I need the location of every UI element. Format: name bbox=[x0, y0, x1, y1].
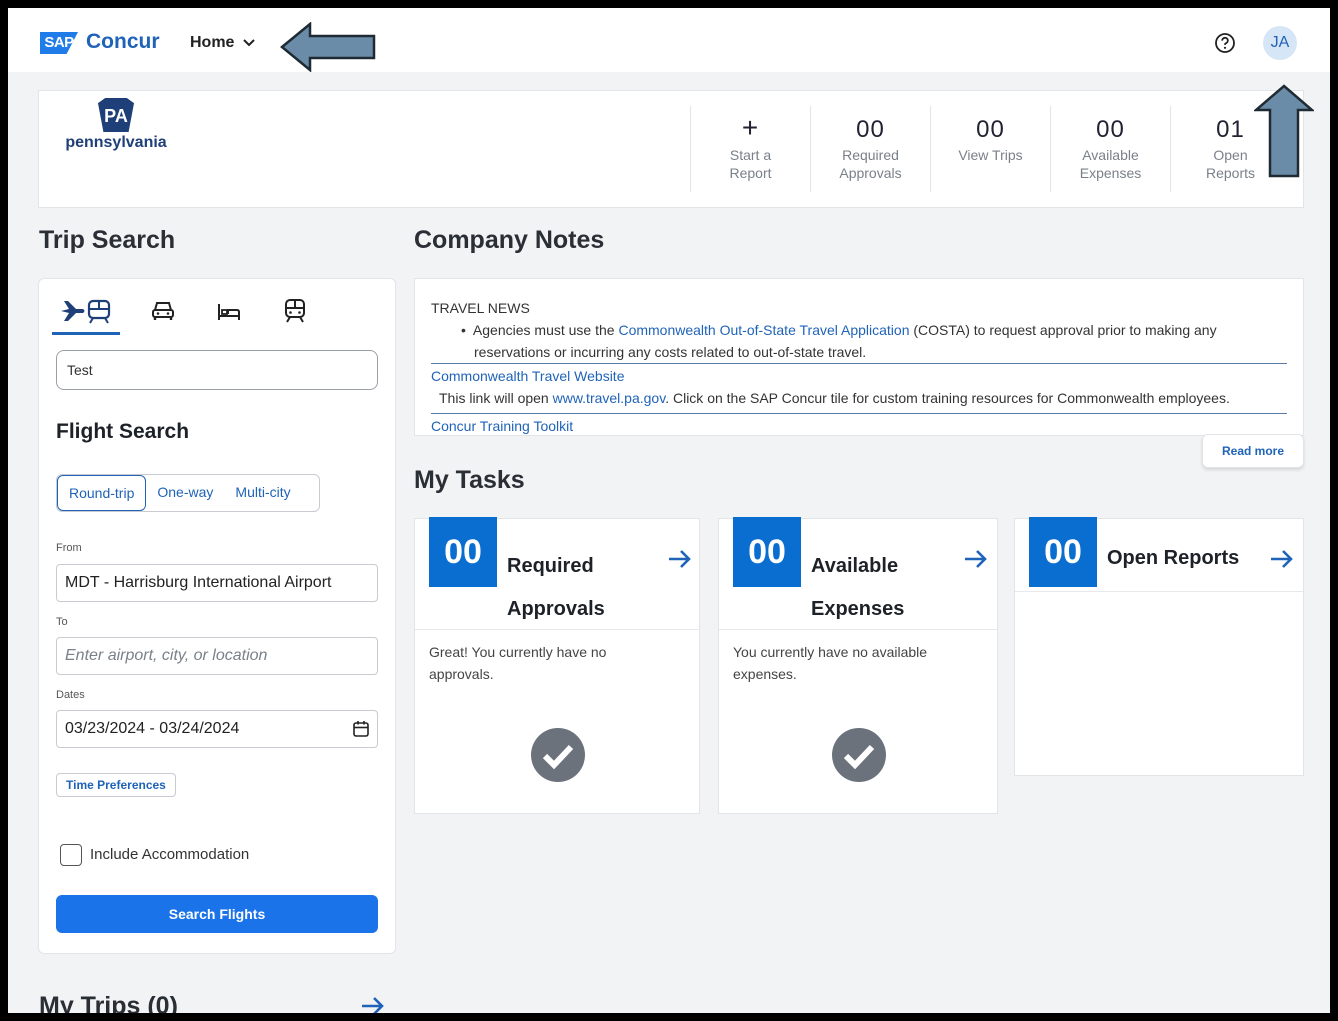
travel-url-link[interactable]: www.travel.pa.gov bbox=[553, 390, 666, 406]
my-tasks-title: My Tasks bbox=[414, 466, 525, 494]
tile-label: Available Expenses bbox=[1079, 147, 1142, 181]
tile-label: Start a Report bbox=[729, 147, 772, 181]
search-flights-button[interactable]: Search Flights bbox=[56, 895, 378, 933]
include-accommodation-checkbox[interactable] bbox=[60, 844, 82, 866]
notes-divider bbox=[431, 363, 1287, 364]
task-card-available-expenses[interactable]: 00 Available Expenses You currently have … bbox=[718, 517, 998, 814]
flight-search-title: Flight Search bbox=[56, 420, 190, 443]
pennsylvania-logo: PA pennsylvania bbox=[56, 98, 176, 152]
include-accommodation-label: Include Accommodation bbox=[90, 846, 250, 863]
tile-value: + bbox=[741, 112, 760, 143]
org-name: pennsylvania bbox=[65, 134, 167, 151]
concur-logo[interactable]: Concur bbox=[86, 30, 160, 54]
task-divider bbox=[1015, 591, 1303, 592]
website-description: This link will open www.travel.pa.gov. C… bbox=[439, 390, 1230, 406]
user-avatar[interactable]: JA bbox=[1263, 26, 1297, 60]
tile-required-approvals[interactable]: 00 Required Approvals bbox=[810, 106, 930, 192]
from-field[interactable]: MDT - Harrisburg International Airport bbox=[56, 564, 378, 602]
my-trips-arrow-right-icon[interactable] bbox=[360, 996, 386, 1016]
sap-logo[interactable]: SAP bbox=[40, 32, 78, 54]
company-notes-panel: TRAVEL NEWS • Agencies must use the Comm… bbox=[414, 278, 1304, 436]
app-frame: SAP Concur Home JA PA pennsylvania + Sta… bbox=[0, 0, 1338, 1021]
notes-content: TRAVEL NEWS • Agencies must use the Comm… bbox=[431, 297, 1287, 435]
annotation-arrow-up-icon bbox=[1254, 84, 1314, 178]
chevron-down-icon bbox=[243, 39, 256, 47]
tile-value: 00 bbox=[976, 116, 1005, 143]
tile-start-report[interactable]: + Start a Report bbox=[690, 106, 810, 192]
dates-label: Dates bbox=[56, 689, 85, 701]
tab-flight[interactable] bbox=[58, 294, 114, 328]
tab-hotel[interactable] bbox=[212, 294, 246, 328]
tile-label: View Trips bbox=[958, 147, 1023, 163]
trip-search-title: Trip Search bbox=[39, 226, 176, 254]
active-tab-indicator bbox=[52, 332, 120, 335]
task-message: You currently have no available expenses… bbox=[733, 644, 928, 682]
to-label: To bbox=[56, 616, 68, 628]
task-card-open-reports[interactable]: 00 Open Reports bbox=[1014, 517, 1304, 776]
training-toolkit-link[interactable]: Concur Training Toolkit bbox=[431, 415, 1287, 435]
task-divider bbox=[719, 629, 997, 630]
notes-bullet: • Agencies must use the Commonwealth Out… bbox=[461, 322, 1217, 360]
home-menu-label: Home bbox=[190, 34, 235, 51]
bed-icon bbox=[218, 304, 240, 320]
arrow-right-icon[interactable] bbox=[963, 549, 989, 569]
from-label: From bbox=[56, 542, 82, 554]
task-count: 00 bbox=[733, 517, 801, 587]
my-trips-title: My Trips (0) bbox=[39, 992, 178, 1020]
task-card-required-approvals[interactable]: 00 Required Approvals Great! You currentl… bbox=[414, 517, 700, 814]
tile-value: 00 bbox=[856, 116, 885, 143]
top-bar: SAP Concur Home JA bbox=[8, 8, 1330, 72]
car-icon bbox=[152, 302, 174, 320]
task-label: Open Reports bbox=[1107, 547, 1240, 569]
trip-type-selector: Round-trip One-way Multi-city bbox=[56, 474, 320, 512]
task-message: Great! You currently have no approvals. bbox=[429, 644, 607, 682]
read-more-button[interactable]: Read more bbox=[1202, 434, 1304, 468]
task-count: 00 bbox=[1029, 517, 1097, 587]
train-icon bbox=[285, 299, 305, 323]
travel-website-link[interactable]: Commonwealth Travel Website bbox=[431, 365, 1287, 387]
tile-value: 00 bbox=[1096, 116, 1125, 143]
task-divider bbox=[415, 629, 699, 630]
one-way-option[interactable]: One-way bbox=[146, 475, 224, 511]
costa-link[interactable]: Commonwealth Out-of-State Travel Applica… bbox=[618, 322, 909, 338]
annotation-arrow-left-icon bbox=[280, 22, 376, 72]
tile-view-trips[interactable]: 00 View Trips bbox=[930, 106, 1050, 192]
dates-field[interactable]: 03/23/2024 - 03/24/2024 bbox=[56, 710, 378, 748]
notes-divider bbox=[431, 413, 1287, 414]
notes-heading: TRAVEL NEWS bbox=[431, 300, 530, 316]
calendar-icon[interactable] bbox=[352, 720, 370, 738]
task-count: 00 bbox=[429, 517, 497, 587]
tile-label: Required Approvals bbox=[839, 147, 902, 181]
company-notes-title: Company Notes bbox=[414, 226, 605, 254]
keystone-logo-mark: PA bbox=[98, 98, 134, 132]
plane-train-icon bbox=[61, 299, 111, 324]
task-label: Available Expenses bbox=[811, 555, 905, 620]
help-icon[interactable] bbox=[1214, 32, 1236, 54]
tab-rail[interactable] bbox=[278, 294, 312, 328]
to-field[interactable]: Enter airport, city, or location bbox=[56, 637, 378, 675]
round-trip-option[interactable]: Round-trip bbox=[57, 475, 147, 511]
travel-mode-tabs bbox=[58, 294, 312, 328]
trip-name-input[interactable]: Test bbox=[56, 350, 378, 390]
tile-available-expenses[interactable]: 00 Available Expenses bbox=[1050, 106, 1170, 192]
task-label: Required Approvals bbox=[507, 555, 605, 620]
arrow-right-icon[interactable] bbox=[1269, 549, 1295, 569]
check-circle-icon bbox=[531, 728, 585, 782]
multi-city-option[interactable]: Multi-city bbox=[224, 475, 301, 511]
arrow-right-icon[interactable] bbox=[667, 549, 693, 569]
home-menu[interactable]: Home bbox=[190, 34, 256, 52]
time-preferences-button[interactable]: Time Preferences bbox=[56, 773, 176, 797]
check-circle-icon bbox=[832, 728, 886, 782]
tab-car[interactable] bbox=[146, 294, 180, 328]
